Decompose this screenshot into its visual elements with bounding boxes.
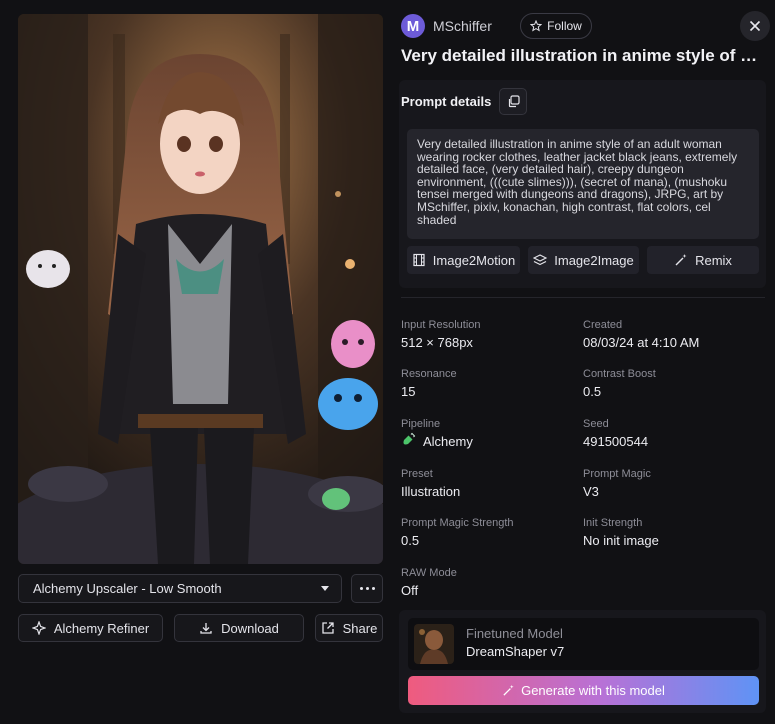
divider bbox=[401, 297, 765, 298]
film-icon bbox=[413, 253, 425, 267]
prompt-text: Very detailed illustration in anime styl… bbox=[407, 129, 759, 239]
copy-icon bbox=[508, 95, 520, 108]
resonance-label: Resonance bbox=[401, 368, 457, 380]
init-strength-value: No init image bbox=[583, 533, 659, 548]
prompt-magic-strength-value: 0.5 bbox=[401, 533, 420, 548]
layers-icon bbox=[533, 254, 548, 266]
contrast-boost-value: 0.5 bbox=[583, 384, 602, 399]
model-thumbnail bbox=[414, 624, 454, 664]
download-button[interactable]: Download bbox=[174, 614, 304, 642]
created-label: Created bbox=[583, 319, 623, 331]
model-info[interactable] bbox=[408, 618, 759, 670]
pipeline-value: Alchemy bbox=[423, 434, 473, 449]
generate-with-model-button[interactable]: Generate with this model bbox=[408, 676, 759, 705]
upscaler-label: Alchemy Upscaler - Low Smooth bbox=[33, 581, 222, 596]
share-button[interactable]: Share bbox=[315, 614, 383, 642]
potion-icon bbox=[403, 432, 416, 445]
raw-mode-label: RAW Mode bbox=[401, 567, 457, 579]
download-label: Download bbox=[221, 620, 279, 636]
preset-value: Illustration bbox=[401, 484, 461, 499]
share-icon bbox=[321, 622, 334, 634]
raw-mode-value: Off bbox=[401, 583, 419, 598]
author-avatar[interactable]: M bbox=[401, 14, 425, 38]
remix-button[interactable]: Remix bbox=[647, 246, 759, 274]
caret-down-icon bbox=[321, 586, 329, 591]
preset-label: Preset bbox=[401, 468, 433, 480]
alchemy-refiner-button[interactable]: Alchemy Refiner bbox=[18, 614, 163, 642]
seed-value: 491500544 bbox=[583, 434, 649, 449]
created-value: 08/03/24 at 4:10 AM bbox=[583, 335, 700, 350]
generated-image[interactable] bbox=[18, 14, 383, 564]
input-resolution-value: 512 × 768px bbox=[401, 335, 473, 350]
prompt-magic-strength-label: Prompt Magic Strength bbox=[401, 517, 514, 529]
finetuned-model-heading: Finetuned Model bbox=[466, 626, 563, 641]
generate-label: Generate with this model bbox=[521, 683, 665, 698]
image2motion-label: Image2Motion bbox=[432, 252, 516, 268]
input-resolution-label: Input Resolution bbox=[401, 319, 481, 331]
init-strength-label: Init Strength bbox=[583, 517, 643, 529]
image2image-button[interactable]: Image2Image bbox=[528, 246, 639, 274]
model-name: DreamShaper v7 bbox=[466, 644, 565, 659]
close-button[interactable] bbox=[740, 11, 770, 41]
upscaler-select[interactable]: Alchemy Upscaler - Low Smooth bbox=[18, 574, 342, 603]
image-title: Very detailed illustration in anime styl… bbox=[401, 46, 761, 65]
prompt-magic-value: V3 bbox=[583, 484, 599, 499]
image2image-label: Image2Image bbox=[554, 252, 634, 268]
close-icon bbox=[749, 20, 761, 32]
follow-label: Follow bbox=[547, 19, 582, 33]
copy-prompt-button[interactable] bbox=[499, 88, 527, 115]
remix-label: Remix bbox=[695, 252, 732, 268]
sparkle-icon bbox=[31, 621, 46, 635]
prompt-magic-label: Prompt Magic bbox=[583, 468, 651, 480]
star-icon bbox=[530, 20, 543, 32]
more-icon bbox=[359, 587, 363, 590]
seed-label: Seed bbox=[583, 418, 609, 430]
wand-icon bbox=[675, 254, 687, 266]
alchemy-refiner-label: Alchemy Refiner bbox=[53, 620, 150, 636]
author-name[interactable]: MSchiffer bbox=[433, 18, 492, 34]
pipeline-label: Pipeline bbox=[401, 418, 441, 430]
more-options-button[interactable] bbox=[351, 574, 383, 603]
share-label: Share bbox=[342, 620, 378, 636]
wand-icon bbox=[503, 684, 514, 696]
resonance-value: 15 bbox=[401, 384, 416, 399]
download-icon bbox=[200, 623, 212, 634]
image2motion-button[interactable]: Image2Motion bbox=[407, 246, 520, 274]
prompt-details-heading: Prompt details bbox=[401, 94, 492, 109]
contrast-boost-label: Contrast Boost bbox=[583, 368, 656, 380]
follow-button[interactable]: Follow bbox=[520, 13, 592, 39]
